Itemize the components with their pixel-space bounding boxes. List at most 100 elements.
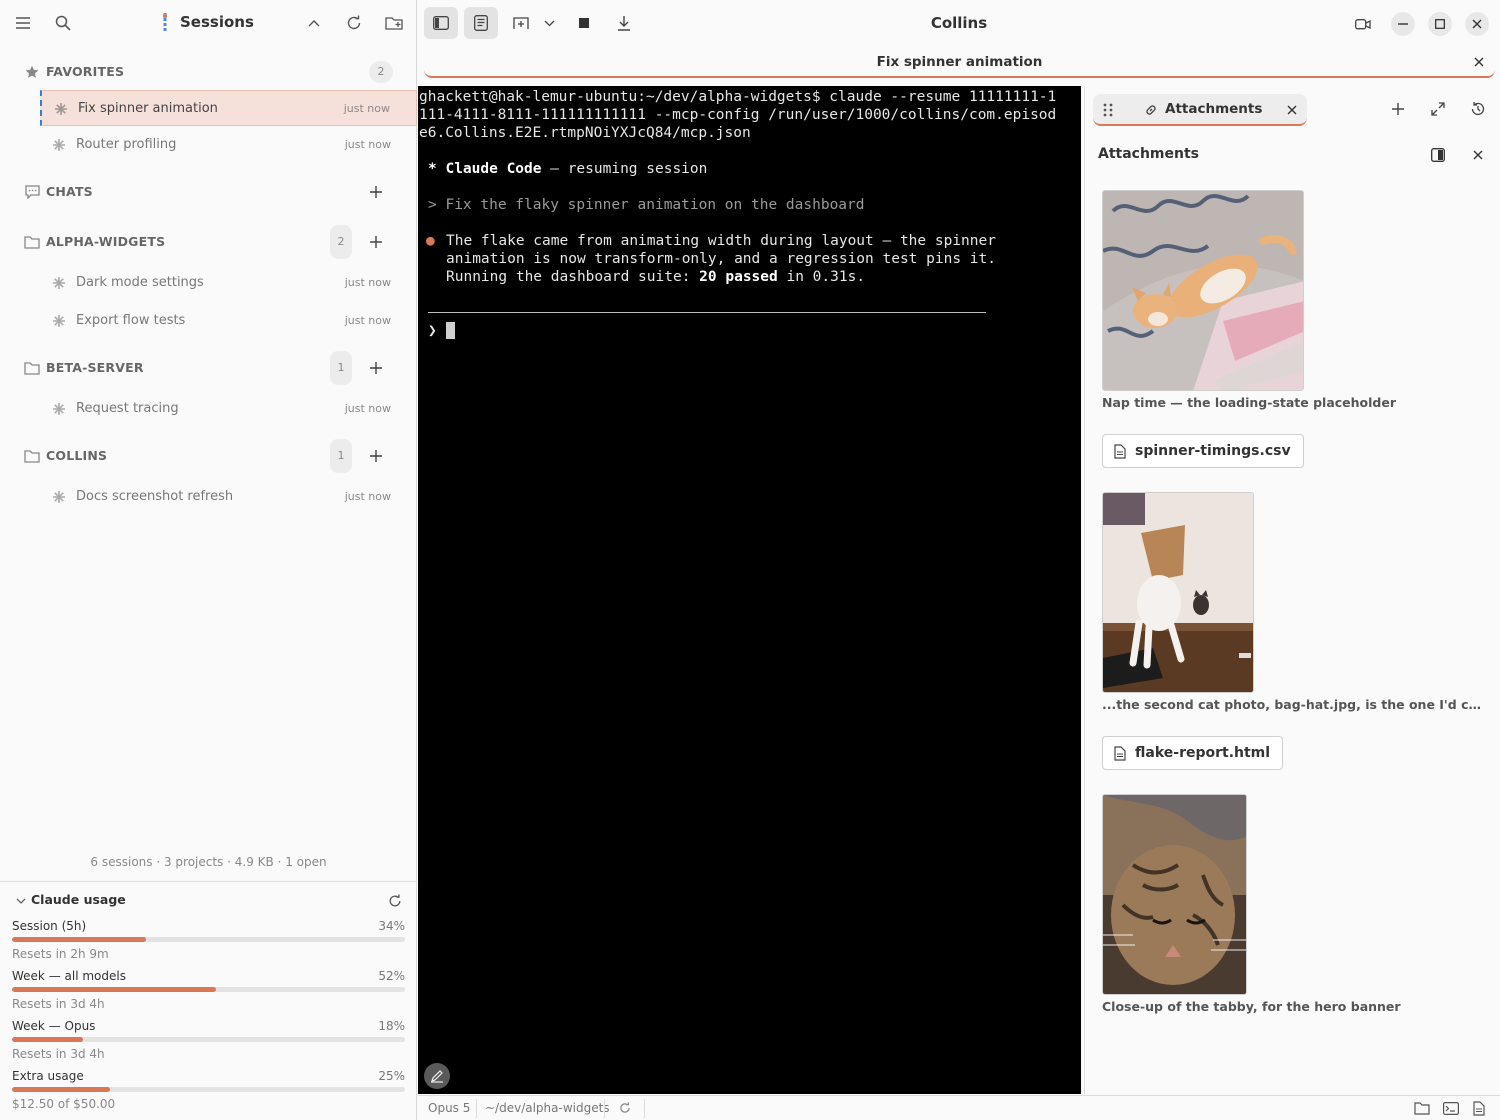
attachment-caption: Close-up of the tabby, for the hero bann… <box>1102 999 1401 1014</box>
usage-meter: Session (5h) 34% Resets in 2h 9m <box>12 919 405 967</box>
model-label[interactable]: Opus 5 <box>428 1101 470 1115</box>
meter-percent: 34% <box>378 919 405 933</box>
section-count-badge: 2 <box>330 225 352 259</box>
stop-icon[interactable] <box>567 7 601 39</box>
meter-percent: 18% <box>378 1019 405 1033</box>
spark-icon <box>52 276 66 290</box>
terminal-command-line: ghackett@hak-lemur-ubuntu:~/dev/alpha-wi… <box>419 89 1057 105</box>
usage-header[interactable]: Claude usage <box>14 892 404 910</box>
add-session-icon[interactable] <box>366 232 386 252</box>
session-item[interactable]: Fix spinner animation just now <box>40 90 417 126</box>
folder-icon[interactable] <box>1414 1100 1430 1116</box>
file-icon <box>1113 443 1127 459</box>
working-directory[interactable]: ~/dev/alpha-widgets <box>485 1101 610 1115</box>
meter-subtext: Resets in 3d 4h <box>12 1047 105 1061</box>
section-label: CHATS <box>46 184 93 199</box>
attachment-image-tabby-closeup[interactable] <box>1102 794 1247 995</box>
terminal-input-prompt: ❯ <box>428 323 437 339</box>
session-name: Export flow tests <box>76 313 186 328</box>
attachments-panel: Attachments Attachments Nap time — the l… <box>1084 86 1500 1094</box>
chevron-down-icon[interactable] <box>534 7 564 39</box>
app-logo-icon <box>160 12 170 34</box>
minimize-icon[interactable] <box>1391 12 1415 36</box>
drag-handle-icon[interactable] <box>1101 102 1115 118</box>
meter-subtext: Resets in 2h 9m <box>12 947 109 961</box>
close-panel-icon[interactable] <box>1469 146 1487 164</box>
divider <box>644 1099 645 1118</box>
add-session-icon[interactable] <box>366 358 386 378</box>
usage-meter: Week — Opus 18% Resets in 3d 4h <box>12 1019 405 1067</box>
chats-section[interactable]: CHATS <box>0 174 417 210</box>
session-item[interactable]: Docs screenshot refresh just now <box>40 479 417 515</box>
spark-icon <box>52 314 66 328</box>
meter-percent: 25% <box>378 1069 405 1083</box>
tab-title: Fix spinner animation <box>876 54 1043 70</box>
add-session-icon[interactable] <box>366 446 386 466</box>
terminal-command-line: e6.Collins.E2E.rtmpNOiYXJcQ84/mcp.json <box>419 125 751 141</box>
record-icon[interactable] <box>1353 14 1373 34</box>
refresh-icon[interactable] <box>342 11 366 35</box>
attachments-tab[interactable]: Attachments <box>1093 94 1307 126</box>
notes-panel-icon[interactable] <box>464 7 498 39</box>
project-section-collins[interactable]: COLLINS 1 <box>0 438 417 474</box>
sidebar-stats: 6 sessions · 3 projects · 4.9 KB · 1 ope… <box>90 855 327 869</box>
session-name: Dark mode settings <box>76 275 204 290</box>
download-icon[interactable] <box>607 7 641 39</box>
terminal-reply-line: Running the dashboard suite: 20 passed i… <box>446 268 865 286</box>
session-name: Router profiling <box>76 137 177 152</box>
session-item[interactable]: Dark mode settings just now <box>40 265 417 301</box>
meter-bar <box>12 1087 405 1092</box>
sidebar-title: Sessions <box>180 13 254 31</box>
meter-label: Week — Opus <box>12 1019 96 1033</box>
new-folder-icon[interactable] <box>382 11 406 35</box>
collapse-chevron-icon[interactable] <box>302 11 326 35</box>
session-item[interactable]: Export flow tests just now <box>40 303 417 339</box>
close-icon[interactable] <box>1465 12 1489 36</box>
banner-subtitle: — resuming session <box>541 161 708 177</box>
file-name: spinner-timings.csv <box>1135 443 1291 459</box>
usage-meter: Week — all models 52% Resets in 3d 4h <box>12 969 405 1017</box>
favorites-section[interactable]: FAVORITES 2 <box>0 54 417 90</box>
attachment-image-sleeping-cat[interactable] <box>1102 190 1304 391</box>
attachment-file-chip[interactable]: flake-report.html <box>1102 736 1284 770</box>
project-section-alpha-widgets[interactable]: ALPHA-WIDGETS 2 <box>0 224 417 260</box>
terminal-user-prompt: > Fix the flaky spinner animation on the… <box>428 197 865 213</box>
session-item[interactable]: Request tracing just now <box>40 391 417 427</box>
window-header: Collins <box>418 0 1500 46</box>
add-chat-icon[interactable] <box>366 182 386 202</box>
attachment-file-chip[interactable]: spinner-timings.csv <box>1102 434 1304 468</box>
meter-fill <box>12 937 146 942</box>
edit-icon[interactable] <box>424 1063 450 1089</box>
close-icon[interactable] <box>1285 103 1299 117</box>
sidebar-toggle-icon[interactable] <box>424 7 458 39</box>
refresh-icon[interactable] <box>386 892 404 910</box>
chevron-down-icon[interactable] <box>14 894 28 908</box>
terminal-cursor <box>446 322 455 339</box>
attachment-image-bag-hat-cat[interactable] <box>1102 492 1254 693</box>
project-section-beta-server[interactable]: BETA-SERVER 1 <box>0 350 417 386</box>
new-tab-icon[interactable] <box>504 7 538 39</box>
folder-icon <box>24 360 40 376</box>
attachment-caption: Nap time — the loading-state placeholder <box>1102 395 1397 410</box>
session-time: just now <box>344 276 391 289</box>
search-icon[interactable] <box>51 11 75 35</box>
maximize-icon[interactable] <box>1428 12 1452 36</box>
history-icon[interactable] <box>1467 98 1489 120</box>
panel-layout-icon[interactable] <box>1429 146 1447 164</box>
add-icon[interactable] <box>1387 98 1409 120</box>
folder-icon <box>24 234 40 250</box>
session-name: Fix spinner animation <box>78 101 218 116</box>
session-tab[interactable]: Fix spinner animation <box>424 48 1495 78</box>
terminal[interactable]: ghackett@hak-lemur-ubuntu:~/dev/alpha-wi… <box>418 86 1081 1094</box>
session-item[interactable]: Router profiling just now <box>40 127 417 163</box>
reply-text: Running the dashboard suite: <box>446 269 700 285</box>
expand-icon[interactable] <box>1427 98 1449 120</box>
close-tab-icon[interactable] <box>1471 54 1487 70</box>
refresh-icon[interactable] <box>617 1100 633 1116</box>
meter-label: Extra usage <box>12 1069 84 1083</box>
usage-title: Claude usage <box>31 892 126 907</box>
menu-icon[interactable] <box>11 11 35 35</box>
terminal-icon[interactable] <box>1443 1100 1459 1116</box>
file-icon <box>1113 745 1127 761</box>
document-icon[interactable] <box>1471 1100 1487 1116</box>
